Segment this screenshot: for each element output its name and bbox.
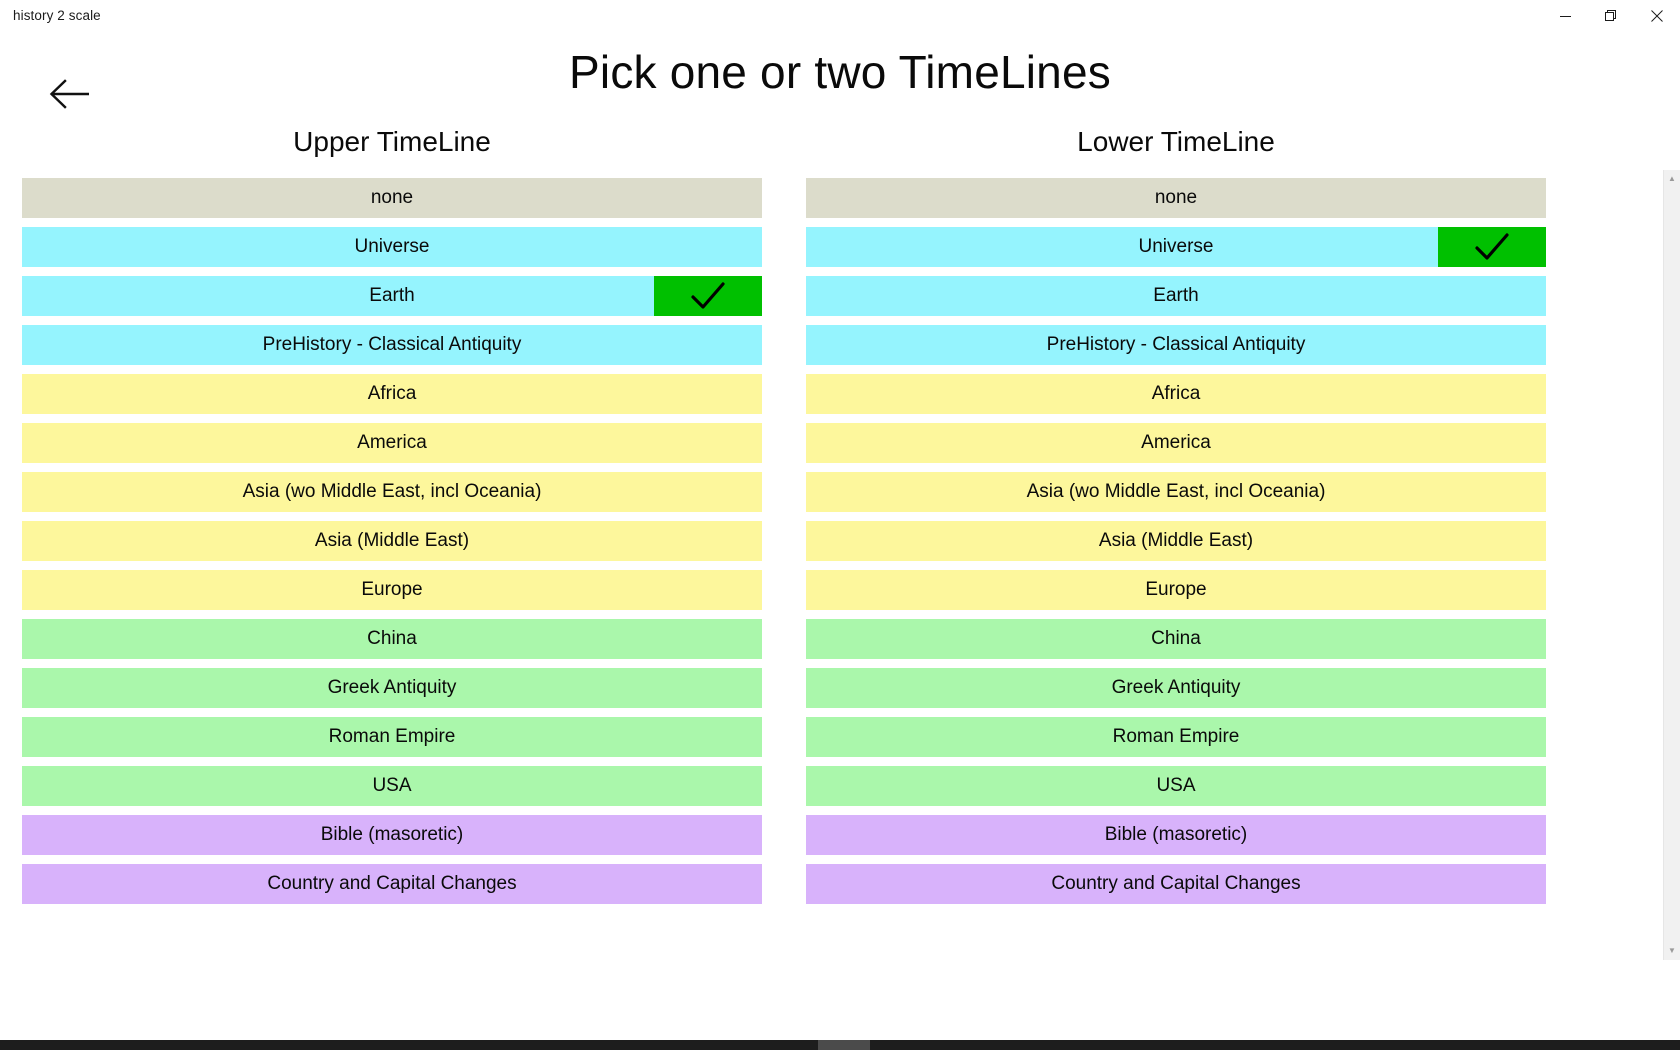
upper-timeline-header: Upper TimeLine (22, 122, 762, 162)
timeline-option-label: Roman Empire (329, 717, 456, 757)
timeline-option-label: Bible (masoretic) (321, 815, 464, 855)
timeline-option-row[interactable]: Universe (22, 227, 762, 267)
minimize-button[interactable] (1542, 0, 1588, 32)
lower-timeline-list: none Universe Earth PreHistory - Classical … (806, 178, 1546, 913)
timeline-option-label: China (367, 619, 417, 659)
timeline-option-row[interactable]: China (22, 619, 762, 659)
timeline-option-row[interactable]: China (806, 619, 1546, 659)
timeline-option-row[interactable]: Asia (Middle East) (806, 521, 1546, 561)
timeline-option-label: Asia (wo Middle East, incl Oceania) (1027, 472, 1326, 512)
timeline-option-label: Universe (1139, 227, 1214, 267)
timeline-option-row[interactable]: Asia (Middle East) (22, 521, 762, 561)
selected-check-block[interactable] (654, 276, 762, 316)
timeline-option-row[interactable]: Europe (22, 570, 762, 610)
timeline-option-label: Europe (1145, 570, 1206, 610)
timeline-option-row[interactable]: PreHistory - Classical Antiquity (22, 325, 762, 365)
timeline-option-row[interactable]: Roman Empire (806, 717, 1546, 757)
horizontal-scrollbar[interactable] (0, 1040, 1680, 1050)
back-arrow-icon (49, 79, 93, 114)
close-button[interactable] (1634, 0, 1680, 32)
timeline-option-row[interactable]: Bible (masoretic) (806, 815, 1546, 855)
lower-timeline-header: Lower TimeLine (806, 122, 1546, 162)
timeline-option-row[interactable]: Country and Capital Changes (22, 864, 762, 904)
timeline-option-row[interactable]: Africa (806, 374, 1546, 414)
title-bar: history 2 scale (0, 0, 1680, 32)
timeline-option-row[interactable]: Asia (wo Middle East, incl Oceania) (806, 472, 1546, 512)
upper-timeline-list: none Universe Earth PreHistory - Classical … (22, 178, 762, 913)
timeline-option-label: America (1141, 423, 1211, 463)
timeline-option-row[interactable]: America (22, 423, 762, 463)
timeline-option-label: Asia (Middle East) (1099, 521, 1253, 561)
timeline-option-row[interactable]: USA (22, 766, 762, 806)
timeline-option-label: Europe (361, 570, 422, 610)
timeline-option-label: Bible (masoretic) (1105, 815, 1248, 855)
timeline-option-label: Africa (368, 374, 417, 414)
timeline-option-row[interactable]: Country and Capital Changes (806, 864, 1546, 904)
timeline-option-label: Country and Capital Changes (1051, 864, 1300, 904)
timeline-option-row[interactable]: Universe (806, 227, 1546, 267)
timeline-option-row[interactable]: America (806, 423, 1546, 463)
timeline-option-label: PreHistory - Classical Antiquity (263, 325, 522, 365)
timeline-option-row[interactable]: Asia (wo Middle East, incl Oceania) (22, 472, 762, 512)
timeline-option-label: America (357, 423, 427, 463)
timeline-option-label: Earth (1153, 276, 1198, 316)
timeline-option-row[interactable]: Bible (masoretic) (22, 815, 762, 855)
timeline-option-row[interactable]: USA (806, 766, 1546, 806)
timeline-option-row[interactable]: Earth (806, 276, 1546, 316)
timeline-option-label: Africa (1152, 374, 1201, 414)
timeline-option-label: Asia (wo Middle East, incl Oceania) (243, 472, 542, 512)
timeline-option-row[interactable]: Africa (22, 374, 762, 414)
timeline-option-row[interactable]: none (22, 178, 762, 218)
scroll-down-icon[interactable]: ▼ (1664, 944, 1680, 958)
timeline-option-row[interactable]: Greek Antiquity (22, 668, 762, 708)
timeline-option-row[interactable]: PreHistory - Classical Antiquity (806, 325, 1546, 365)
horizontal-scrollbar-thumb[interactable] (818, 1040, 870, 1050)
check-icon (1472, 232, 1512, 262)
timeline-option-label: China (1151, 619, 1201, 659)
timeline-option-label: Universe (355, 227, 430, 267)
timeline-option-label: Country and Capital Changes (267, 864, 516, 904)
timeline-option-label: Asia (Middle East) (315, 521, 469, 561)
window-controls (1542, 0, 1680, 32)
timeline-option-label: USA (1156, 766, 1195, 806)
timeline-option-label: Roman Empire (1113, 717, 1240, 757)
timeline-option-label: PreHistory - Classical Antiquity (1047, 325, 1306, 365)
app-window: history 2 scale Pick one or tw (0, 0, 1680, 1050)
timeline-option-row[interactable]: Greek Antiquity (806, 668, 1546, 708)
vertical-scrollbar[interactable]: ▲ ▼ (1663, 170, 1680, 960)
timeline-option-label: Earth (369, 276, 414, 316)
timeline-option-row[interactable]: Europe (806, 570, 1546, 610)
timeline-option-label: none (1155, 178, 1197, 218)
selected-check-block[interactable] (1438, 227, 1546, 267)
scroll-up-icon[interactable]: ▲ (1664, 172, 1680, 186)
page-title: Pick one or two TimeLines (0, 42, 1680, 102)
check-icon (688, 281, 728, 311)
back-button[interactable] (46, 72, 96, 120)
timeline-option-label: USA (372, 766, 411, 806)
timeline-option-row[interactable]: none (806, 178, 1546, 218)
timeline-option-label: none (371, 178, 413, 218)
timeline-option-label: Greek Antiquity (328, 668, 457, 708)
restore-button[interactable] (1588, 0, 1634, 32)
window-title: history 2 scale (13, 8, 101, 23)
timeline-option-label: Greek Antiquity (1112, 668, 1241, 708)
timeline-option-row[interactable]: Roman Empire (22, 717, 762, 757)
timeline-option-row[interactable]: Earth (22, 276, 762, 316)
